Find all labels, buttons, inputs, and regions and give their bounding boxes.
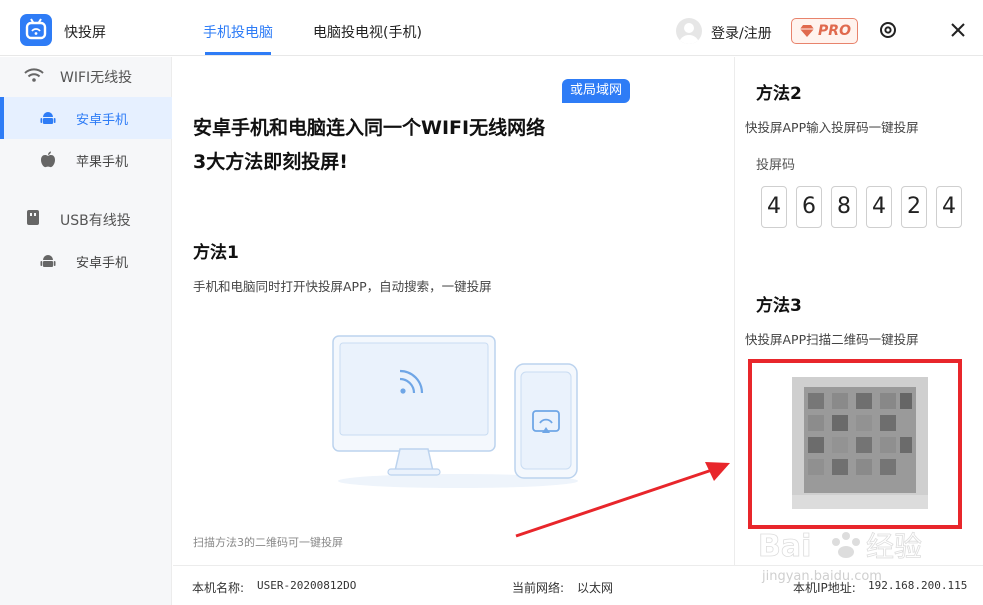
sidebar-group-label: USB有线投 [60,213,131,229]
machine-name-label: 本机名称: [192,581,245,595]
method3-title: 方法3 [756,296,802,316]
lan-badge: 或局域网 [562,79,631,103]
method2-title: 方法2 [756,84,802,104]
cast-code-digit: 4 [866,186,892,228]
tab-pc-to-tv[interactable]: 电脑投电视(手机) [313,22,422,42]
cast-code-digit: 4 [936,186,962,228]
usb-icon [27,210,39,225]
app-logo-icon [20,14,52,46]
android-icon [40,255,56,267]
machine-name-value: USER-20200812DO [257,579,357,592]
pro-label: PRO [818,23,851,39]
network-label: 当前网络: [512,581,565,595]
cast-code-digit: 8 [831,186,857,228]
avatar[interactable] [676,18,702,44]
gem-icon [800,25,814,37]
cast-code-label: 投屏码 [756,158,796,173]
cast-code-digit: 4 [761,186,787,228]
network-value: 以太网 [577,581,614,595]
qr-code[interactable] [748,359,962,529]
sidebar: WIFI无线投 安卓手机 苹果手机 USB有线投 安卓手机 [0,57,172,605]
sidebar-item-label: 安卓手机 [76,256,129,271]
app-window: 快投屏 手机投电脑 电脑投电视(手机) 登录/注册 PRO WIFI无线投 安卓… [0,0,983,605]
title-bar: 快投屏 手机投电脑 电脑投电视(手机) 登录/注册 PRO [0,0,983,56]
status-bar: 本机名称: USER-20200812DO 当前网络: 以太网 本机IP地址: … [173,565,983,605]
ip-value: 192.168.200.115 [868,579,968,592]
right-panel: 方法2 快投屏APP输入投屏码一键投屏 投屏码 4 6 8 4 2 4 方法3 … [734,57,983,565]
headline-line-2: 3大方法即刻投屏! [193,151,348,173]
qr-code-blurred-icon [752,363,958,525]
qr-hint-text: 扫描方法3的二维码可一键投屏 [193,536,343,549]
pro-badge[interactable]: PRO [791,18,858,44]
sidebar-group-usb: USB有线投 [0,200,172,238]
main-panel: 或局域网 安卓手机和电脑连入同一个WIFI无线网络 3大方法即刻投屏! 方法1 … [173,57,733,565]
android-icon [40,112,56,124]
settings-icon[interactable] [879,21,897,39]
method1-description: 手机和电脑同时打开快投屏APP，自动搜索，一键投屏 [193,279,492,294]
active-tab-indicator [205,52,271,55]
method3-description: 快投屏APP扫描二维码一键投屏 [745,332,919,347]
sidebar-item-label: 安卓手机 [76,113,129,128]
cast-code-digit: 2 [901,186,927,228]
sidebar-item-usb-android[interactable]: 安卓手机 [0,240,172,282]
tab-phone-to-pc[interactable]: 手机投电脑 [203,22,273,42]
sidebar-group-label: WIFI无线投 [60,70,133,86]
sidebar-group-wifi: WIFI无线投 [0,57,172,95]
sidebar-item-label: 苹果手机 [76,155,129,170]
login-register-link[interactable]: 登录/注册 [711,23,772,43]
headline-line-1: 安卓手机和电脑连入同一个WIFI无线网络 [193,117,546,139]
method2-description: 快投屏APP输入投屏码一键投屏 [745,120,919,135]
apple-icon [41,151,55,168]
method1-title: 方法1 [193,243,239,263]
sidebar-item-wifi-iphone[interactable]: 苹果手机 [0,139,172,181]
wifi-icon [24,68,44,82]
app-title: 快投屏 [64,25,106,41]
sidebar-item-wifi-android[interactable]: 安卓手机 [0,97,172,139]
cast-code-digit: 6 [796,186,822,228]
ip-label: 本机IP地址: [793,581,856,595]
close-icon[interactable] [949,21,967,39]
pc-phone-illustration [332,335,578,488]
